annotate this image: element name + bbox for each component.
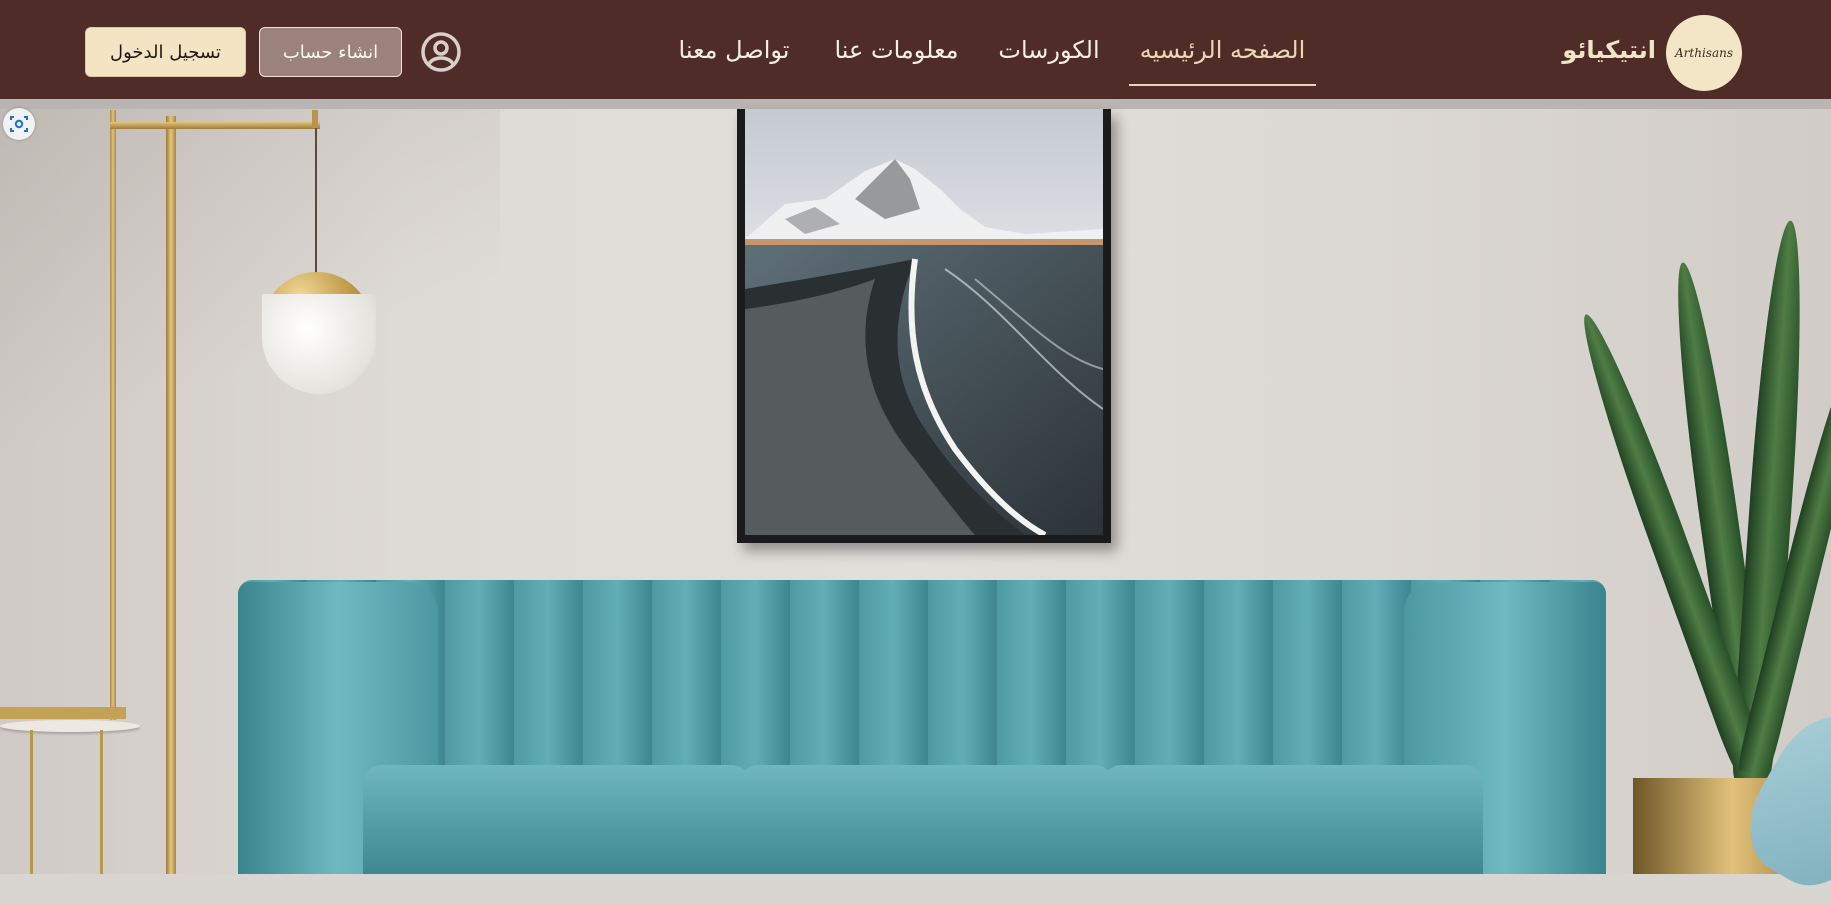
mountain-beach-picture — [745, 109, 1103, 535]
sofa-cushion — [1103, 765, 1483, 874]
lamp-pole-back — [110, 110, 116, 720]
nav-link-courses[interactable]: الكورسات — [993, 30, 1105, 70]
nav-link-home[interactable]: الصفحه الرئيسيه — [1129, 30, 1316, 70]
lamp-cord — [315, 128, 317, 273]
nav-active-underline — [1129, 84, 1316, 86]
user-circle-icon[interactable] — [420, 31, 462, 73]
lamp-arm-joint — [312, 110, 318, 128]
logo-text: Arthisans — [1675, 46, 1733, 60]
signup-button[interactable]: انشاء حساب — [259, 27, 402, 77]
brand-logo[interactable]: Arthisans — [1666, 15, 1742, 91]
landscape-illustration — [745, 109, 1103, 535]
brand-name[interactable]: انتيكيائو — [1560, 30, 1656, 70]
top-navbar: Arthisans انتيكيائو الصفحه الرئيسيه الكو… — [0, 0, 1831, 99]
lamp-pole — [166, 116, 176, 874]
nav-link-contact[interactable]: تواصل معنا — [668, 30, 800, 70]
side-table-leg — [100, 730, 103, 874]
scan-icon[interactable] — [3, 108, 35, 140]
sofa-cushion — [740, 765, 1113, 874]
sofa-cushion — [363, 765, 750, 874]
side-table-tray — [0, 707, 126, 719]
lamp-arm — [110, 122, 320, 129]
nav-link-about[interactable]: معلومات عنا — [824, 30, 969, 70]
navbar-shadow — [0, 99, 1831, 109]
side-table-top — [0, 720, 140, 732]
wall-shadow — [0, 109, 500, 509]
login-button[interactable]: تسجيل الدخول — [85, 27, 246, 77]
side-table-leg — [30, 730, 33, 874]
